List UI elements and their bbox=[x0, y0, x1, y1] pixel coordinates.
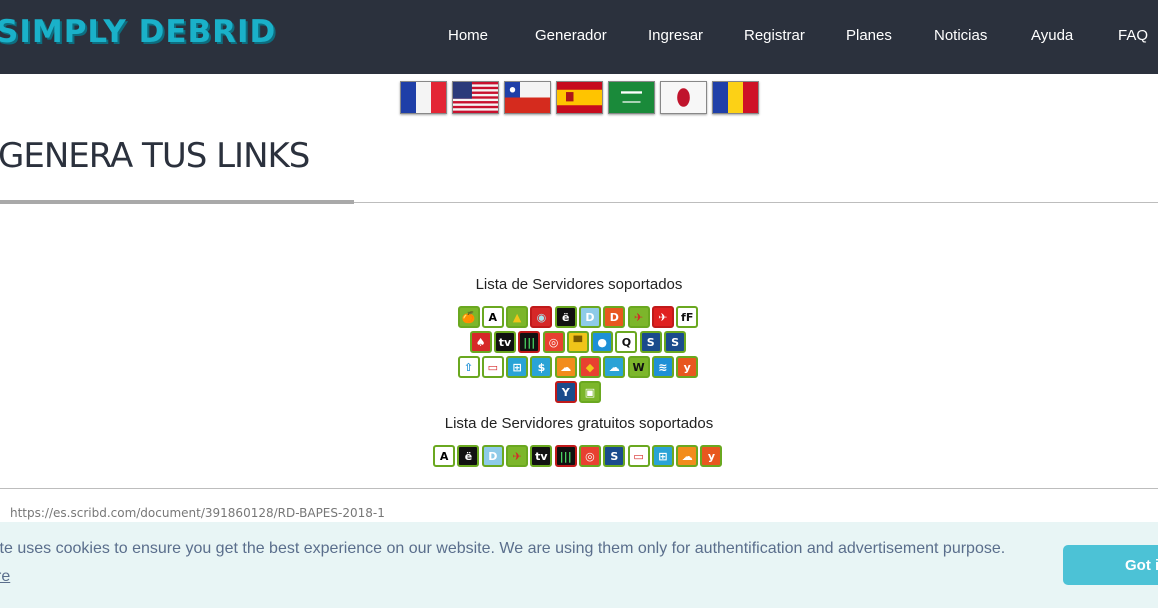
nav-generador[interactable]: Generador bbox=[535, 27, 607, 44]
flag-chile-icon[interactable] bbox=[504, 81, 551, 114]
nav-planes[interactable]: Planes bbox=[846, 27, 892, 44]
nav-ingresar[interactable]: Ingresar bbox=[648, 27, 703, 44]
host-icon-row: Aë D ✈ tv ||| ◎ S ▭ ⊞ ☁ y bbox=[433, 445, 725, 468]
host-icon[interactable]: 🍊 bbox=[457, 306, 480, 328]
host-icon-row: Y ▣ bbox=[554, 381, 604, 404]
host-icon[interactable]: y bbox=[676, 356, 699, 378]
host-icon[interactable]: ◆ bbox=[579, 356, 601, 378]
main-nav: Home Generador Ingresar Registrar Planes… bbox=[0, 0, 1158, 74]
host-icon[interactable]: ||| bbox=[554, 445, 577, 467]
flag-france-icon[interactable] bbox=[400, 81, 447, 114]
nav-ayuda[interactable]: Ayuda bbox=[1031, 27, 1073, 44]
host-icon[interactable]: ▣ bbox=[578, 381, 601, 403]
nav-faq[interactable]: FAQ bbox=[1118, 27, 1148, 44]
nav-noticias[interactable]: Noticias bbox=[934, 27, 987, 44]
host-icon[interactable]: D bbox=[481, 445, 504, 467]
host-icon[interactable]: ● bbox=[591, 331, 614, 353]
title-divider-accent bbox=[0, 200, 354, 204]
flag-japan-icon[interactable] bbox=[660, 81, 707, 114]
cookie-message: ite uses cookies to ensure you get the b… bbox=[0, 540, 1006, 557]
host-icon[interactable]: ≋ bbox=[651, 356, 674, 378]
host-icon[interactable]: D bbox=[579, 306, 601, 328]
host-icon[interactable]: ✈ bbox=[651, 306, 674, 328]
flag-saudi-arabia-icon[interactable] bbox=[608, 81, 655, 114]
host-icon[interactable]: ▭ bbox=[481, 356, 504, 378]
host-icon[interactable]: $ bbox=[530, 356, 553, 378]
host-icon[interactable]: ë bbox=[457, 445, 480, 467]
flag-usa-icon[interactable] bbox=[452, 81, 499, 114]
host-icon[interactable]: W bbox=[627, 356, 650, 378]
host-icon[interactable]: ✈ bbox=[506, 445, 529, 467]
host-icon[interactable]: ▲ bbox=[506, 306, 529, 328]
current-link[interactable]: https://es.scribd.com/document/391860128… bbox=[10, 506, 385, 520]
host-icon[interactable]: y bbox=[700, 445, 723, 467]
host-icon[interactable]: ⊞ bbox=[651, 445, 674, 467]
host-icon[interactable]: S bbox=[639, 331, 662, 353]
host-icon[interactable]: S bbox=[664, 331, 687, 353]
nav-home[interactable]: Home bbox=[448, 27, 488, 44]
host-icon[interactable]: A bbox=[481, 306, 504, 328]
section-divider bbox=[0, 488, 1158, 489]
page: SIMPLY DEBRID Home Generador Ingresar Re… bbox=[0, 0, 1158, 608]
host-icon[interactable]: S bbox=[603, 445, 626, 467]
host-icon[interactable]: ▭ bbox=[627, 445, 650, 467]
nav-registrar[interactable]: Registrar bbox=[744, 27, 805, 44]
host-icon[interactable]: tv bbox=[493, 331, 516, 353]
site-header: SIMPLY DEBRID Home Generador Ingresar Re… bbox=[0, 0, 1158, 74]
host-icon[interactable]: ♠ bbox=[469, 331, 492, 353]
host-icon[interactable]: A bbox=[433, 445, 456, 467]
host-icon[interactable]: ☁ bbox=[554, 356, 577, 378]
host-icon[interactable]: ☁ bbox=[676, 445, 699, 467]
host-icon[interactable]: ◉ bbox=[530, 306, 553, 328]
supported-servers-grid: 🍊 A ▲ ◉ ë D D ✈ ✈ fF ♠ tv ||| ◎ ▀ ● Q S S ⇧ ▭ ⊞ $ ☁ ◆ ☁ W ≋ y Y ▣ bbox=[0, 306, 1158, 404]
host-icon[interactable]: ë bbox=[554, 306, 577, 328]
host-icon[interactable]: D bbox=[603, 306, 626, 328]
page-title: GENERA TUS LINKS bbox=[0, 136, 310, 176]
host-icon-row: ♠ tv ||| ◎ ▀ ● Q S S bbox=[469, 331, 689, 354]
host-icon[interactable]: ◎ bbox=[542, 331, 565, 353]
host-icon[interactable]: Y bbox=[554, 381, 577, 403]
host-icon-row: ⇧ ▭ ⊞ $ ☁ ◆ ☁ W ≋ y bbox=[457, 356, 701, 379]
host-icon[interactable]: ✈ bbox=[627, 306, 650, 328]
cookie-accept-button[interactable]: Got i bbox=[1063, 545, 1158, 585]
free-servers-heading: Lista de Servidores gratuitos soportados bbox=[444, 415, 714, 432]
host-icon[interactable]: Q bbox=[615, 331, 638, 353]
flag-romania-icon[interactable] bbox=[712, 81, 759, 114]
host-icon[interactable]: ☁ bbox=[603, 356, 626, 378]
cookie-learn-more-link[interactable]: re bbox=[0, 568, 10, 586]
host-icon[interactable]: ||| bbox=[518, 331, 541, 353]
host-icon[interactable]: ▀ bbox=[566, 331, 589, 353]
flag-spain-icon[interactable] bbox=[556, 81, 603, 114]
host-icon-row: 🍊 A ▲ ◉ ë D D ✈ ✈ fF bbox=[457, 306, 701, 329]
host-icon[interactable]: fF bbox=[676, 306, 699, 328]
host-icon[interactable]: ⇧ bbox=[457, 356, 480, 378]
host-icon[interactable]: ◎ bbox=[578, 445, 601, 467]
cookie-banner: ite uses cookies to ensure you get the b… bbox=[0, 522, 1158, 608]
host-icon[interactable]: ⊞ bbox=[506, 356, 529, 378]
free-servers-grid: Aë D ✈ tv ||| ◎ S ▭ ⊞ ☁ y bbox=[0, 445, 1158, 469]
host-icon[interactable]: tv bbox=[530, 445, 553, 467]
supported-servers-heading: Lista de Servidores soportados bbox=[475, 276, 683, 293]
